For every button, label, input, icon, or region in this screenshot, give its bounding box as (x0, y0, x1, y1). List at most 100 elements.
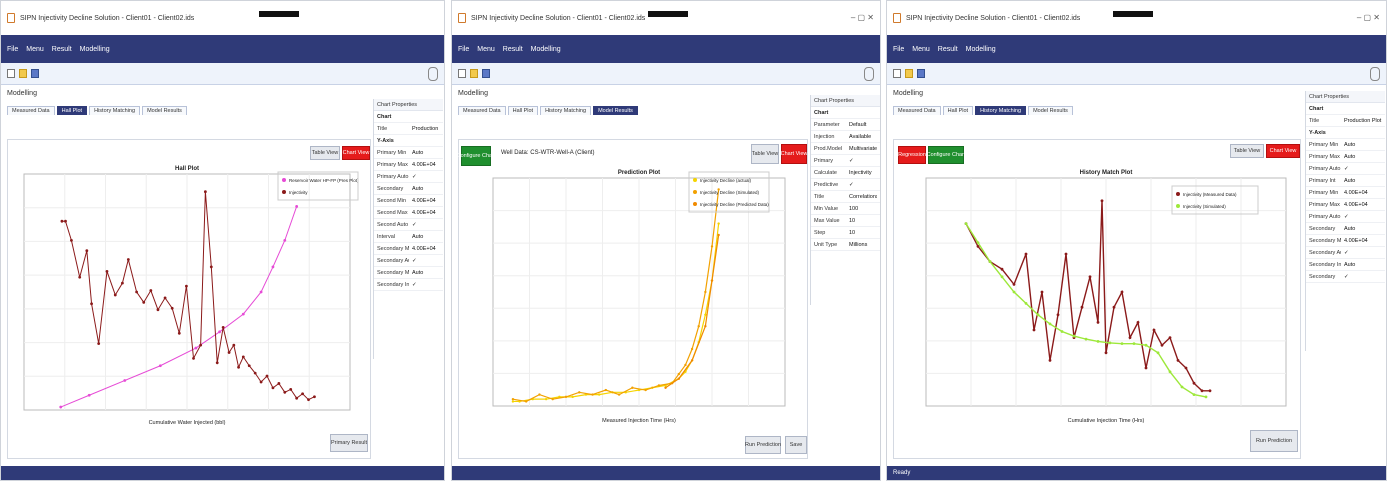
property-value[interactable]: Auto (1344, 262, 1382, 268)
tab-hall-plot[interactable]: Hall Plot (942, 106, 974, 115)
property-value[interactable]: 4.00E+04 (412, 210, 440, 216)
property-value[interactable]: ✓ (412, 222, 440, 228)
open-folder-icon[interactable] (905, 69, 913, 78)
tab-history-matching[interactable]: History Matching (89, 106, 141, 115)
open-folder-icon[interactable] (19, 69, 27, 78)
property-value[interactable]: ✓ (412, 282, 440, 288)
property-value[interactable]: 4.00E+04 (1344, 190, 1382, 196)
run-prediction-button[interactable]: Run Prediction (745, 436, 781, 454)
tab-measured-data[interactable]: Measured Data (893, 106, 941, 115)
property-value[interactable]: 100 (849, 206, 877, 212)
property-value[interactable]: ✓ (412, 174, 440, 180)
window-controls[interactable]: – ▢ ✕ (1357, 13, 1380, 22)
property-row[interactable]: Primary Max Auto (1306, 151, 1385, 163)
new-file-icon[interactable] (7, 69, 15, 78)
property-row[interactable]: Interval Auto (374, 231, 443, 243)
property-value[interactable]: ✓ (849, 158, 877, 164)
menu-item[interactable]: Result (52, 46, 72, 53)
tab-history-matching[interactable]: History Matching (540, 106, 592, 115)
property-row[interactable]: Secondary Max4.00E+04 (374, 243, 443, 255)
property-value[interactable]: Auto (412, 150, 440, 156)
menu-item[interactable]: Menu (912, 46, 930, 53)
chart-view-button[interactable]: Chart View (781, 144, 807, 164)
property-value[interactable]: 10 (849, 230, 877, 236)
property-row[interactable]: Secondary Auto (374, 183, 443, 195)
user-icon[interactable] (428, 67, 438, 81)
save-icon[interactable] (31, 69, 39, 78)
table-view-button[interactable]: Table View (1230, 144, 1264, 158)
property-row[interactable]: Predictive ✓ (811, 179, 880, 191)
property-row[interactable]: Second Max 4.00E+04 (374, 207, 443, 219)
open-folder-icon[interactable] (470, 69, 478, 78)
table-view-button[interactable]: Table View (310, 146, 340, 160)
menu-item[interactable]: Modelling (531, 46, 561, 53)
property-value[interactable]: ✓ (1344, 274, 1382, 280)
property-value[interactable]: Auto (1344, 142, 1382, 148)
property-value[interactable]: ✓ (1344, 166, 1382, 172)
property-row[interactable]: Title Production Plot (374, 123, 443, 135)
property-row[interactable]: Secondary ✓ (1306, 271, 1385, 283)
run-prediction-button[interactable]: Run Prediction (1250, 430, 1298, 452)
save-icon[interactable] (917, 69, 925, 78)
property-value[interactable]: Production Plot (412, 126, 440, 132)
property-row[interactable]: Parameter Default (811, 119, 880, 131)
chart-view-button[interactable]: Chart View (342, 146, 370, 160)
menu-item[interactable]: File (7, 46, 18, 53)
property-row[interactable]: Step 10 (811, 227, 880, 239)
property-value[interactable]: 4.00E+04 (1344, 238, 1382, 244)
property-row[interactable]: Secondary Max4.00E+04 (1306, 235, 1385, 247)
property-row[interactable]: Primary Min Auto (1306, 139, 1385, 151)
primary-result-button[interactable]: Primary Result (330, 434, 368, 452)
chart-view-button[interactable]: Chart View (1266, 144, 1300, 158)
property-value[interactable]: 4.00E+04 (1344, 202, 1382, 208)
tab-hall-plot[interactable]: Hall Plot (507, 106, 539, 115)
property-value[interactable]: 4.00E+04 (412, 198, 440, 204)
property-value[interactable]: ✓ (412, 258, 440, 264)
property-value[interactable]: ✓ (849, 182, 877, 188)
new-file-icon[interactable] (458, 69, 466, 78)
property-row[interactable]: Secondary Int ✓ (374, 279, 443, 291)
save-button[interactable]: Save (785, 436, 807, 454)
property-row[interactable]: Primary Max 4.00E+04 (1306, 199, 1385, 211)
tab-history-matching[interactable]: History Matching (975, 106, 1027, 115)
property-row[interactable]: Secondary Auto✓ (1306, 247, 1385, 259)
configure-chart-button[interactable]: Configure Chart (457, 146, 495, 166)
property-row[interactable]: Primary Auto ✓ (1306, 211, 1385, 223)
tab-hall-plot[interactable]: Hall Plot (56, 106, 88, 115)
property-value[interactable]: Correlations (849, 194, 877, 200)
property-value[interactable]: Auto (412, 234, 440, 240)
property-value[interactable]: 4.00E+04 (412, 162, 440, 168)
property-value[interactable]: ✓ (1344, 250, 1382, 256)
property-value[interactable]: 4.00E+04 (412, 246, 440, 252)
menu-item[interactable]: File (458, 46, 469, 53)
property-row[interactable]: Chart (811, 107, 880, 119)
property-value[interactable]: Auto (1344, 178, 1382, 184)
property-row[interactable]: Injection Available (811, 131, 880, 143)
menu-item[interactable]: Result (938, 46, 958, 53)
property-row[interactable]: Secondary Auto (1306, 223, 1385, 235)
property-value[interactable]: Available (849, 134, 877, 140)
property-row[interactable]: Unit Type Millions (811, 239, 880, 251)
window-controls[interactable]: – ▢ ✕ (851, 13, 874, 22)
property-value[interactable]: Auto (1344, 226, 1382, 232)
tab-measured-data[interactable]: Measured Data (458, 106, 506, 115)
property-value[interactable]: Auto (1344, 154, 1382, 160)
property-value[interactable]: 10 (849, 218, 877, 224)
menu-item[interactable]: Result (503, 46, 523, 53)
property-value[interactable]: Auto (412, 186, 440, 192)
user-icon[interactable] (864, 67, 874, 81)
menu-item[interactable]: Modelling (966, 46, 996, 53)
menu-item[interactable]: File (893, 46, 904, 53)
property-row[interactable]: Primary Max 4.00E+04 (374, 159, 443, 171)
property-row[interactable]: Y-Axis (374, 135, 443, 147)
tab-model-results[interactable]: Model Results (1028, 106, 1073, 115)
tab-measured-data[interactable]: Measured Data (7, 106, 55, 115)
property-row[interactable]: Primary Min Auto (374, 147, 443, 159)
property-row[interactable]: Title Production Plot (1306, 115, 1385, 127)
configure-chart-button[interactable]: Configure Chart (927, 146, 965, 164)
property-row[interactable]: Second Min 4.00E+04 (374, 195, 443, 207)
menu-item[interactable]: Menu (26, 46, 44, 53)
property-row[interactable]: Primary Auto ✓ (374, 171, 443, 183)
property-value[interactable]: Millions (849, 242, 877, 248)
property-row[interactable]: Prod.Model Multivariate (811, 143, 880, 155)
